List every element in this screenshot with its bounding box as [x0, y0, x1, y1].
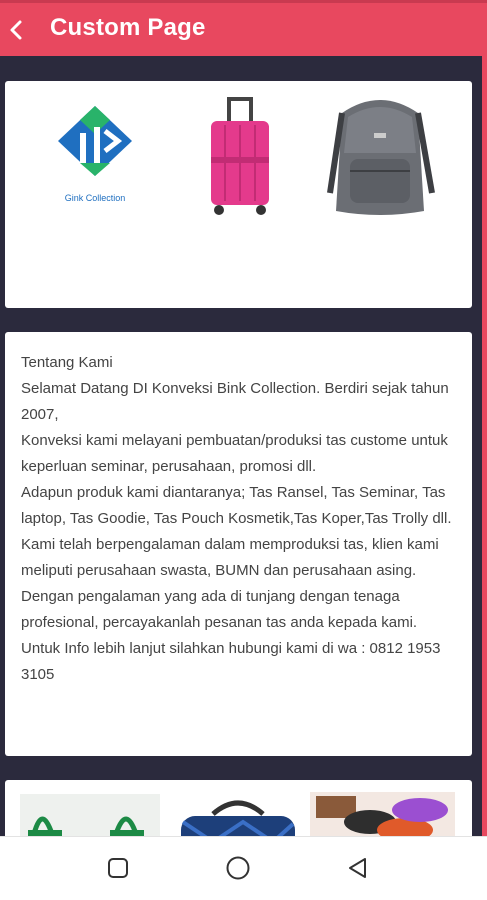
page-title: Custom Page — [50, 14, 206, 41]
suitcase-icon — [211, 97, 269, 215]
back-button[interactable] — [0, 11, 32, 49]
pink-suitcase-image[interactable] — [205, 95, 275, 217]
about-paragraph: Konveksi kami melayani pembuatan/produks… — [21, 432, 448, 475]
right-edge-accent — [482, 56, 487, 836]
grey-backpack-image[interactable] — [320, 93, 440, 219]
about-text: Tentang Kami Selamat Datang DI Konveksi … — [21, 350, 456, 688]
chevron-left-icon — [10, 20, 22, 40]
about-paragraph: Adapun produk kami diantaranya; Tas Rans… — [21, 484, 452, 527]
logo-caption: Gink Collection — [64, 193, 126, 203]
recent-apps-button[interactable] — [100, 853, 136, 883]
gallery-card: Gink Collection — [5, 81, 472, 308]
app-bar: Custom Page — [0, 0, 487, 56]
home-icon — [226, 856, 250, 880]
brand-logo[interactable]: Gink Collection — [50, 101, 140, 211]
system-nav-bar — [0, 836, 487, 900]
recent-apps-icon — [108, 858, 128, 878]
about-paragraph: Selamat Datang DI Konveksi Bink Collecti… — [21, 380, 449, 423]
about-paragraph: Dengan pengalaman yang ada di tunjang de… — [21, 588, 418, 631]
about-paragraph: Untuk Info lebih lanjut silahkan hubungi… — [21, 640, 441, 683]
about-heading: Tentang Kami — [21, 354, 113, 371]
backpack-icon — [327, 100, 435, 215]
nav-back-button[interactable] — [340, 853, 376, 883]
home-button[interactable] — [220, 853, 256, 883]
about-paragraph: Kami telah berpengalaman dalam memproduk… — [21, 536, 439, 579]
about-card: Tentang Kami Selamat Datang DI Konveksi … — [5, 332, 472, 756]
back-triangle-icon — [349, 858, 366, 878]
